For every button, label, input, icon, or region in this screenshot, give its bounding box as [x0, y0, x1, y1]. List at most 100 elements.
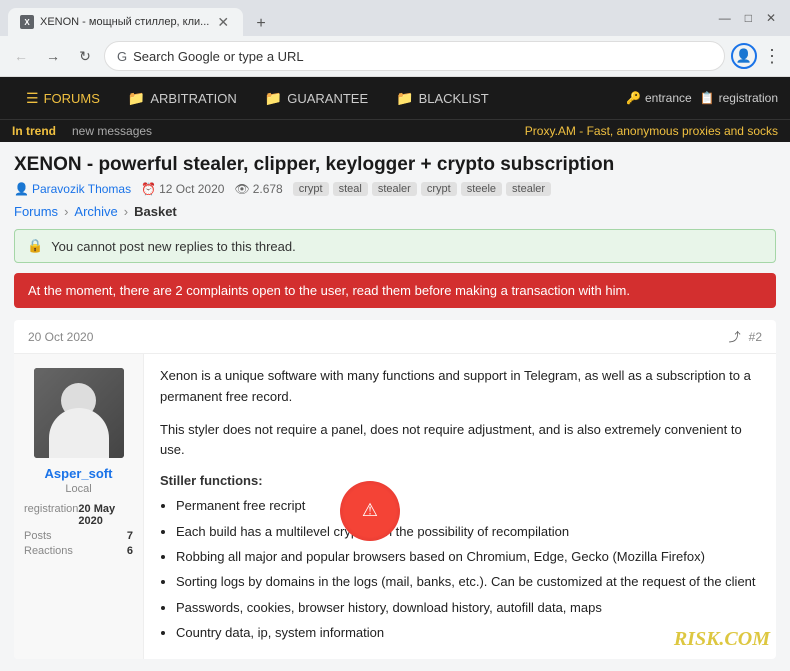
list-item: Sorting logs by domains in the logs (mai… — [176, 570, 760, 593]
close-button[interactable]: ✕ — [760, 9, 782, 27]
tag-stealer1[interactable]: stealer — [372, 182, 417, 196]
tab-close-button[interactable]: ✕ — [215, 12, 231, 33]
google-icon: G — [117, 49, 127, 64]
post-paragraph-1: Xenon is a unique software with many fun… — [160, 366, 760, 408]
entrance-label: entrance — [645, 91, 692, 105]
post-content: Xenon is a unique software with many fun… — [144, 354, 776, 659]
reactions-row: Reactions 6 — [24, 545, 133, 557]
date-info: ⏰ 12 Oct 2020 — [141, 182, 224, 196]
ticker-bar: In trend new messages Proxy.AM - Fast, a… — [0, 119, 790, 142]
nav-forums-label: FORUMS — [44, 91, 100, 106]
functions-title: Stiller functions: — [160, 473, 760, 488]
nav-arbitration[interactable]: 📁 ARBITRATION — [114, 77, 251, 119]
post-number: #2 — [749, 330, 762, 344]
list-item: Each build has a multilevel crypt, with … — [176, 520, 760, 543]
address-text: Search Google or type a URL — [133, 49, 712, 64]
post-sidebar: Asper_soft Local registration 20 May 202… — [14, 354, 144, 659]
nav-blacklist-label: BLACKLIST — [419, 91, 489, 106]
new-tab-button[interactable]: + — [249, 12, 273, 36]
browser-chrome: X XENON - мощный стиллер, кли... ✕ + — □… — [0, 0, 790, 77]
post-paragraph-2: This styler does not require a panel, do… — [160, 420, 760, 462]
nav-blacklist[interactable]: 📁 BLACKLIST — [382, 77, 503, 119]
reg-label: registration — [24, 503, 78, 527]
author-name[interactable]: Paravozik Thomas — [32, 182, 131, 196]
post-date: 20 Oct 2020 — [28, 330, 93, 344]
tag-crypt2[interactable]: crypt — [421, 182, 457, 196]
share-button[interactable]: ⤴ — [729, 328, 741, 345]
breadcrumb-sep-1: › — [64, 204, 68, 219]
breadcrumb-sep-2: › — [124, 204, 128, 219]
registration-button[interactable]: 📋 registration — [700, 91, 778, 105]
tag-crypt1[interactable]: crypt — [293, 182, 329, 196]
avatar — [34, 368, 124, 458]
nav-forums[interactable]: ☰ FORUMS — [12, 77, 114, 119]
user-icon: 👤 — [14, 182, 29, 196]
arbitration-icon: 📁 — [128, 90, 145, 107]
key-icon: 🔑 — [626, 91, 641, 105]
eye-icon: 👁 — [234, 182, 249, 196]
thread-title: XENON - powerful stealer, clipper, keylo… — [14, 154, 776, 176]
warning-alert: At the moment, there are 2 complaints op… — [14, 273, 776, 308]
thread-meta: 👤 Paravozik Thomas ⏰ 12 Oct 2020 👁 2.678… — [14, 182, 776, 196]
overlay-notification: ⚠ — [340, 481, 400, 541]
posts-label: Posts — [24, 530, 52, 542]
forward-button[interactable]: → — [40, 43, 66, 69]
functions-list: Permanent free recript Each build has a … — [160, 494, 760, 644]
tab-title: XENON - мощный стиллер, кли... — [40, 16, 209, 28]
back-button[interactable]: ← — [8, 43, 34, 69]
poster-info: registration 20 May 2020 Posts 7 Reactio… — [24, 503, 133, 560]
breadcrumb-current: Basket — [134, 204, 177, 219]
posts-row: Posts 7 — [24, 530, 133, 542]
post-actions: ⤴ #2 — [729, 328, 762, 345]
reload-button[interactable]: ↻ — [72, 43, 98, 69]
active-tab[interactable]: X XENON - мощный стиллер, кли... ✕ — [8, 8, 243, 36]
nav-guarantee-label: GUARANTEE — [287, 91, 368, 106]
browser-controls: ← → ↻ G Search Google or type a URL 👤 ⋮ — [0, 36, 790, 76]
registration-label: registration — [719, 91, 778, 105]
minimize-button[interactable]: — — [713, 9, 737, 27]
posts-count: 7 — [127, 530, 133, 542]
tag-stealer2[interactable]: stealer — [506, 182, 551, 196]
post-date: 12 Oct 2020 — [159, 182, 224, 196]
reactions-label: Reactions — [24, 545, 73, 557]
profile-button[interactable]: 👤 — [731, 43, 757, 69]
views-info: 👁 2.678 — [234, 182, 282, 196]
reg-icon: 📋 — [700, 91, 715, 105]
reactions-count: 6 — [127, 545, 133, 557]
lock-icon: 🔒 — [27, 238, 43, 254]
forums-icon: ☰ — [26, 90, 39, 107]
tag-steal[interactable]: steal — [333, 182, 368, 196]
list-item: Country data, ip, system information — [176, 621, 760, 644]
breadcrumb: Forums › Archive › Basket — [14, 204, 776, 219]
tab-favicon: X — [20, 15, 34, 29]
locked-message: You cannot post new replies to this thre… — [51, 239, 296, 254]
guarantee-icon: 📁 — [265, 90, 282, 107]
view-count: 2.678 — [253, 182, 283, 196]
promo-text: Proxy.AM - Fast, anonymous proxies and s… — [525, 124, 778, 138]
poster-name[interactable]: Asper_soft — [45, 466, 113, 481]
list-item: Robbing all major and popular browsers b… — [176, 545, 760, 568]
avatar-body — [49, 408, 109, 458]
post-header: 20 Oct 2020 ⤴ #2 — [14, 320, 776, 354]
address-bar[interactable]: G Search Google or type a URL — [104, 41, 725, 71]
avatar-figure — [34, 368, 124, 458]
author-info: 👤 Paravozik Thomas — [14, 182, 131, 196]
tag-list: crypt steal stealer crypt steele stealer — [293, 182, 551, 196]
list-item: Permanent free recript — [176, 494, 760, 517]
main-content: XENON - powerful stealer, clipper, keylo… — [0, 142, 790, 671]
forum-nav: ☰ FORUMS 📁 ARBITRATION 📁 GUARANTEE 📁 BLA… — [0, 77, 790, 119]
tag-steele[interactable]: steele — [461, 182, 502, 196]
nav-arbitration-label: ARBITRATION — [150, 91, 236, 106]
reg-date: 20 May 2020 — [78, 503, 133, 527]
poster-role: Local — [65, 483, 91, 495]
breadcrumb-forums[interactable]: Forums — [14, 204, 58, 219]
menu-button[interactable]: ⋮ — [763, 46, 782, 67]
blacklist-icon: 📁 — [396, 90, 413, 107]
nav-guarantee[interactable]: 📁 GUARANTEE — [251, 77, 382, 119]
list-item: Passwords, cookies, browser history, dow… — [176, 596, 760, 619]
new-messages-link[interactable]: new messages — [72, 124, 152, 138]
entrance-button[interactable]: 🔑 entrance — [626, 91, 692, 105]
breadcrumb-archive[interactable]: Archive — [74, 204, 117, 219]
trend-label[interactable]: In trend — [12, 124, 56, 138]
maximize-button[interactable]: □ — [739, 9, 758, 27]
